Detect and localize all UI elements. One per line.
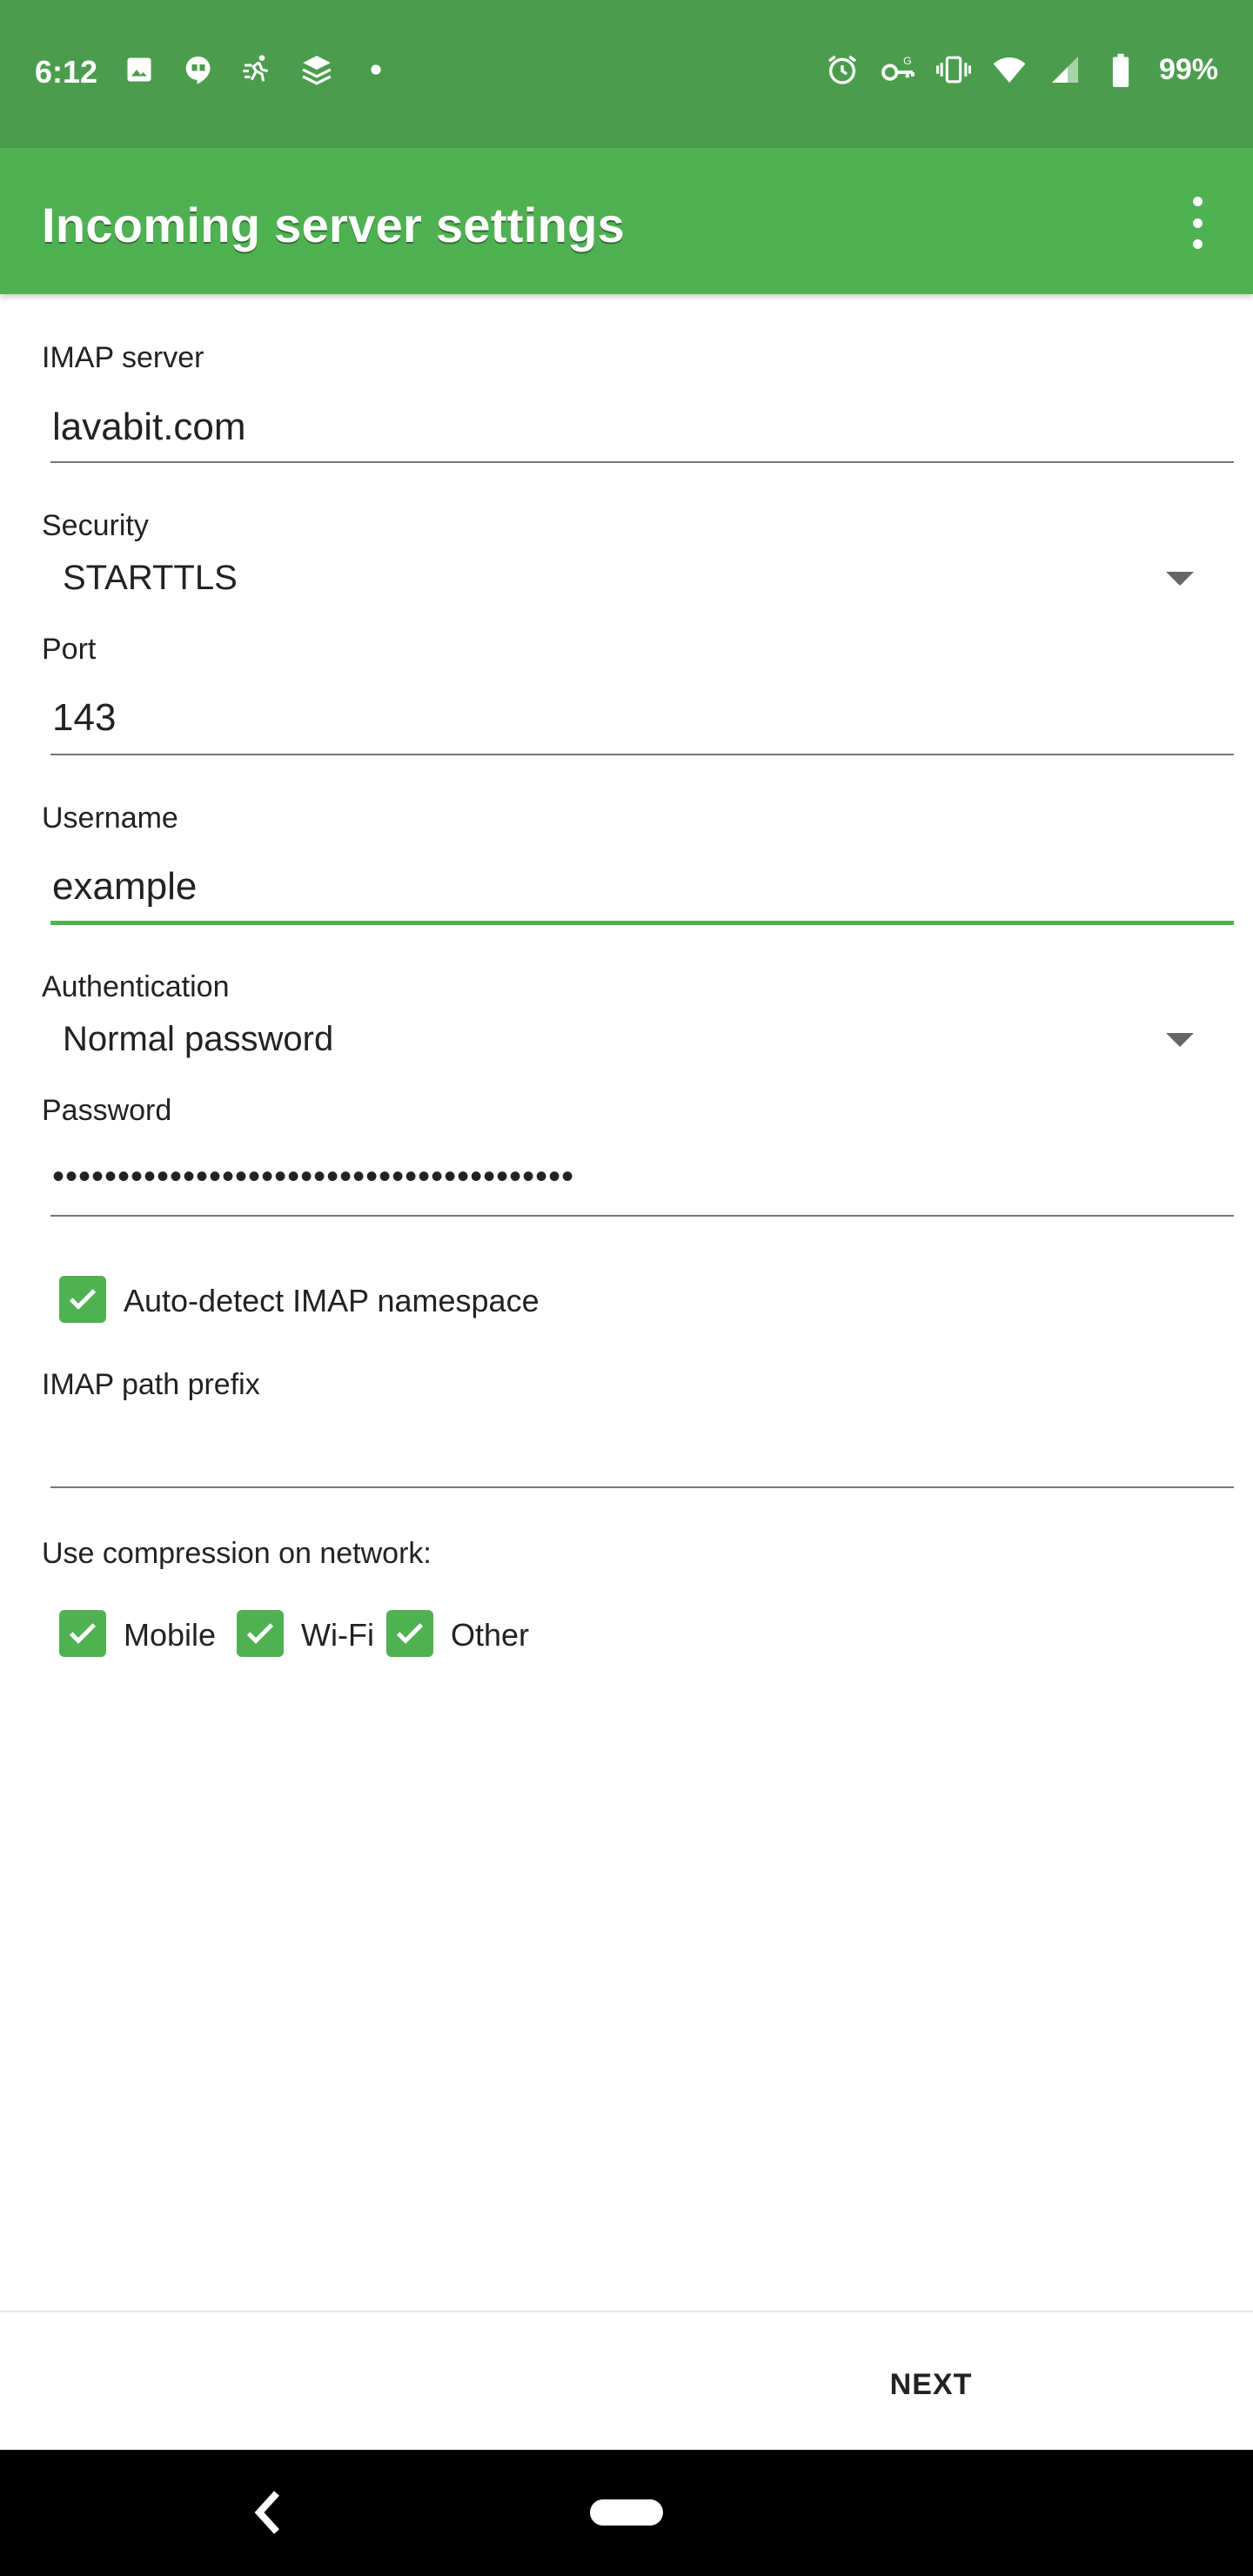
alarm-icon [825, 52, 860, 87]
home-button[interactable] [590, 2499, 663, 2526]
layers-icon [299, 52, 334, 87]
compression-wifi-checkbox[interactable] [237, 1610, 284, 1657]
compression-label: Use compression on network: [42, 1537, 432, 1570]
security-label: Security [42, 509, 149, 542]
svg-text:G: G [903, 55, 912, 67]
compression-mobile-label: Mobile [124, 1617, 217, 1653]
username-input[interactable]: example [52, 865, 197, 909]
path-prefix-underline [50, 1486, 1234, 1488]
password-label: Password [42, 1094, 172, 1127]
port-label: Port [42, 633, 97, 666]
username-label: Username [42, 802, 178, 835]
app-bar: Incoming server settings [0, 148, 1253, 294]
imap-server-label: IMAP server [42, 341, 204, 374]
battery-percent: 99% [1158, 52, 1218, 86]
dropdown-arrow-icon[interactable] [1166, 572, 1194, 586]
password-underline [50, 1215, 1234, 1217]
navigation-bar [0, 2450, 1253, 2576]
dot-icon [358, 52, 393, 87]
wifi-icon [992, 52, 1027, 87]
check-icon [69, 1289, 97, 1310]
authentication-value[interactable]: Normal password [63, 1020, 333, 1059]
fit-icon [240, 52, 275, 87]
vpn-key-icon: G [881, 52, 915, 87]
battery-icon [1103, 52, 1138, 87]
auto-detect-checkbox[interactable] [59, 1276, 106, 1323]
more-options-icon[interactable] [1180, 197, 1215, 249]
image-icon [122, 52, 157, 87]
password-input[interactable]: •••••••••••••••••••••••••••••••••••••••• [52, 1157, 574, 1197]
status-time: 6:12 [35, 54, 98, 90]
imap-server-underline [50, 461, 1234, 463]
port-input[interactable]: 143 [52, 696, 116, 740]
check-icon [246, 1623, 274, 1644]
compression-other-checkbox[interactable] [386, 1610, 433, 1657]
check-icon [69, 1623, 97, 1644]
username-underline [50, 921, 1234, 925]
next-button[interactable]: NEXT [861, 2350, 1001, 2419]
status-bar: 6:12 G 99% [0, 0, 1253, 148]
dropdown-arrow-icon[interactable] [1166, 1033, 1194, 1047]
authentication-label: Authentication [42, 970, 230, 1003]
compression-wifi-label: Wi-Fi [301, 1617, 374, 1653]
hangouts-icon [181, 52, 216, 87]
vibrate-icon [935, 52, 971, 87]
signal-icon [1048, 52, 1082, 87]
imap-server-input[interactable]: lavabit.com [52, 406, 246, 449]
port-underline [50, 754, 1234, 755]
compression-mobile-checkbox[interactable] [59, 1610, 106, 1657]
compression-other-label: Other [451, 1617, 530, 1653]
footer-divider [0, 2311, 1253, 2312]
page-title: Incoming server settings [42, 198, 626, 252]
check-icon [396, 1623, 424, 1644]
path-prefix-label: IMAP path prefix [42, 1368, 260, 1401]
back-icon[interactable] [249, 2486, 287, 2539]
security-value[interactable]: STARTTLS [63, 559, 238, 598]
auto-detect-label: Auto-detect IMAP namespace [124, 1283, 539, 1318]
